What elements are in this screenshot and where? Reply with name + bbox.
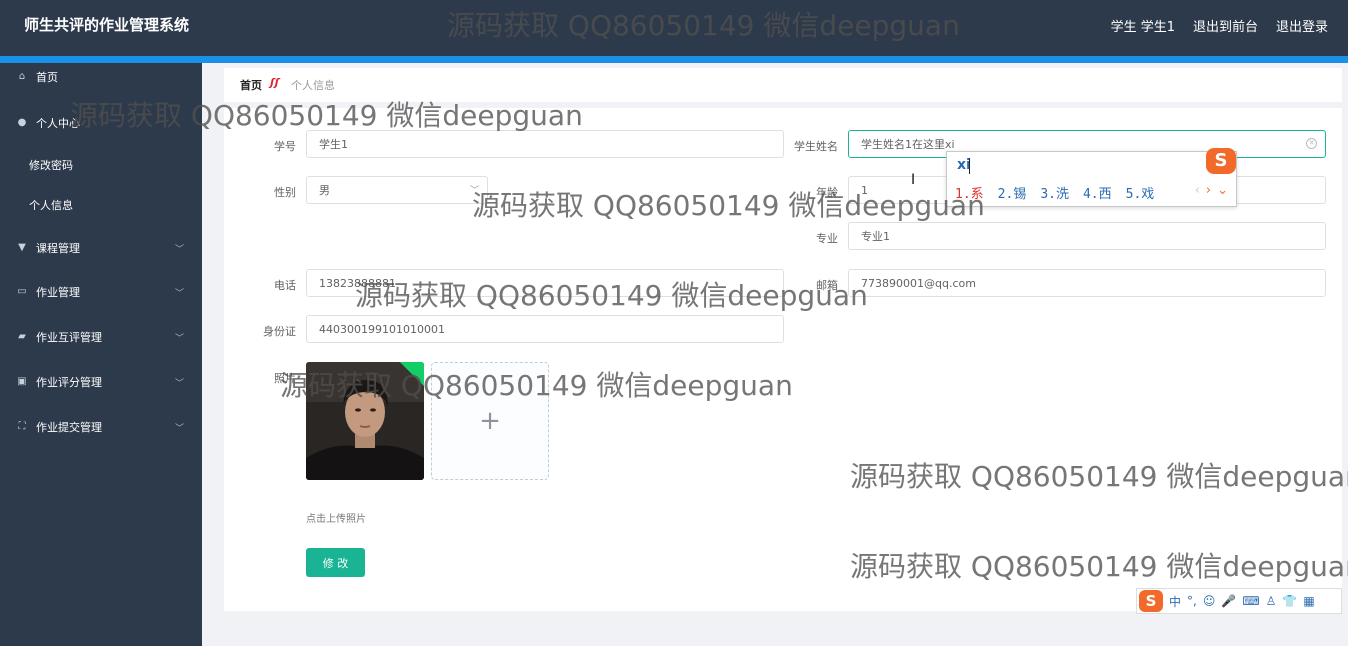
sogou-logo-icon[interactable]: S — [1139, 590, 1163, 612]
ime-caret — [969, 158, 970, 174]
photo-label: 照片 — [274, 372, 296, 385]
gender-value: 男 — [319, 184, 330, 197]
expand-candidates-icon[interactable]: ⌄ — [1217, 183, 1228, 198]
app-title: 师生共评的作业管理系统 — [24, 16, 190, 34]
sidebar-subitem-change-password[interactable]: 修改密码 — [0, 153, 202, 177]
student-no-value: 学生1 — [319, 138, 348, 151]
chat-icon: ▭ — [17, 286, 27, 297]
score-icon: ▣ — [17, 376, 27, 387]
sidebar-subitem-personal-info[interactable]: 个人信息 — [0, 193, 202, 217]
chevron-down-icon: ﹀ — [174, 288, 184, 299]
sidebar-item-label: 个人信息 — [29, 199, 73, 212]
ime-candidate[interactable]: 3.洗 — [1040, 183, 1069, 202]
ime-candidate[interactable]: 1.系 — [955, 183, 984, 202]
sidebar-item-label: 修改密码 — [29, 159, 73, 172]
chevron-down-icon: ﹀ — [174, 378, 184, 389]
chevron-down-icon: ﹀ — [174, 333, 184, 344]
logout-link[interactable]: 退出登录 — [1276, 16, 1328, 35]
chevron-down-icon: ﹀ — [174, 244, 184, 255]
sidebar-item-label: 作业管理 — [36, 286, 80, 299]
id-card-input[interactable]: 440300199101010001 — [306, 315, 784, 343]
back-to-front-link[interactable]: 退出到前台 — [1193, 16, 1258, 35]
course-icon: ▼ — [18, 242, 26, 253]
email-input[interactable]: 773890001@qq.com — [848, 269, 1326, 297]
ime-candidate[interactable]: 5.戏 — [1126, 183, 1155, 202]
sidebar-item-label: 课程管理 — [36, 242, 80, 255]
microphone-icon[interactable]: 🎤 — [1221, 594, 1236, 608]
next-page-icon[interactable]: › — [1206, 183, 1211, 198]
breadcrumb-home[interactable]: 首页 — [240, 77, 262, 93]
email-value: 773890001@qq.com — [861, 276, 976, 290]
sidebar: ⌂ 首页 ● 个人中心 修改密码 个人信息 ▼ 课程管理 ﹀ ▭ 作业管理 ﹀ … — [0, 63, 202, 646]
sidebar-item-home[interactable]: ⌂ 首页 — [0, 63, 202, 91]
breadcrumb-current: 个人信息 — [291, 79, 335, 92]
id-card-label: 身份证 — [263, 325, 296, 338]
student-no-label: 学号 — [274, 140, 296, 153]
plus-icon: + — [479, 406, 501, 436]
text-cursor-icon: I — [911, 172, 916, 188]
id-card-value: 440300199101010001 — [319, 322, 445, 336]
breadcrumb — [224, 68, 1342, 102]
upload-tip: 点击上传照片 — [306, 514, 366, 525]
breadcrumb-separator-icon: ʃʃ — [270, 76, 280, 89]
ime-candidate-popup: xi S 1.系 2.锡 3.洗 4.西 5.戏 ‹ › ⌄ — [946, 148, 1237, 207]
expand-icon: ⛶ — [18, 421, 26, 432]
sidebar-item-peer-review-management[interactable]: ▰ 作业互评管理 ﹀ — [0, 323, 202, 351]
sidebar-item-label: 首页 — [36, 71, 58, 84]
sidebar-item-homework-management[interactable]: ▭ 作业管理 ﹀ — [0, 278, 202, 306]
gender-select[interactable]: 男 ﹀ — [306, 176, 488, 204]
prev-page-icon[interactable]: ‹ — [1195, 183, 1200, 198]
ime-candidate[interactable]: 2.锡 — [998, 183, 1027, 202]
email-label: 邮箱 — [816, 279, 838, 292]
keyboard-icon[interactable]: ⌨ — [1242, 594, 1259, 608]
user-account-icon[interactable]: ♙ — [1266, 594, 1277, 608]
phone-value: 13823888881 — [319, 276, 396, 290]
phone-label: 电话 — [274, 279, 296, 292]
emoji-icon[interactable]: ☺ — [1203, 594, 1216, 608]
student-no-input[interactable]: 学生1 — [306, 130, 784, 158]
punctuation-toggle[interactable]: °, — [1187, 594, 1197, 608]
major-value: 专业1 — [861, 230, 890, 243]
sidebar-item-label: 作业互评管理 — [36, 331, 102, 344]
review-icon: ▰ — [18, 331, 26, 342]
sidebar-item-course-management[interactable]: ▼ 课程管理 ﹀ — [0, 234, 202, 262]
submit-button[interactable]: 修 改 — [306, 548, 365, 577]
chevron-down-icon: ﹀ — [469, 186, 479, 196]
header-accent-stripe — [0, 56, 1348, 63]
ime-candidates: 1.系 2.锡 3.洗 4.西 5.戏 — [955, 183, 1154, 202]
profile-photo — [306, 362, 424, 480]
toolbox-icon[interactable]: ▦ — [1303, 594, 1314, 608]
home-icon: ⌂ — [18, 71, 26, 82]
current-user[interactable]: 学生 学生1 — [1111, 16, 1175, 35]
sidebar-item-label: 作业评分管理 — [36, 376, 102, 389]
skin-icon[interactable]: 👕 — [1282, 594, 1297, 608]
sidebar-item-personal-center[interactable]: ● 个人中心 — [0, 109, 202, 137]
sidebar-item-submission-management[interactable]: ⛶ 作业提交管理 ﹀ — [0, 413, 202, 441]
student-name-value: 学生姓名1在这里xi — [861, 138, 955, 151]
age-value: 1 — [861, 183, 868, 197]
chevron-down-icon: ﹀ — [174, 423, 184, 434]
top-bar: 师生共评的作业管理系统 学生 学生1 退出到前台 退出登录 — [0, 0, 1348, 56]
upload-photo-button[interactable]: + — [431, 362, 549, 480]
sidebar-item-label: 个人中心 — [36, 117, 80, 130]
photo-thumbnail[interactable] — [306, 362, 424, 480]
sogou-logo-icon: S — [1206, 148, 1236, 174]
major-input[interactable]: 专业1 — [848, 222, 1326, 250]
ime-candidate[interactable]: 4.西 — [1083, 183, 1112, 202]
sidebar-item-label: 作业提交管理 — [36, 421, 102, 434]
ime-toolbar: S 中 °, ☺ 🎤 ⌨ ♙ 👕 ▦ — [1136, 588, 1342, 614]
ime-nav: ‹ › ⌄ — [1195, 183, 1228, 198]
phone-input[interactable]: 13823888881 — [306, 269, 784, 297]
sidebar-item-grading-management[interactable]: ▣ 作业评分管理 ﹀ — [0, 368, 202, 396]
lang-toggle[interactable]: 中 — [1169, 593, 1181, 610]
clear-icon[interactable]: ✕ — [1306, 138, 1317, 149]
age-label: 年龄 — [816, 186, 838, 199]
major-label: 专业 — [816, 232, 838, 245]
top-right-links: 学生 学生1 退出到前台 退出登录 — [1111, 16, 1328, 35]
gender-label: 性别 — [274, 186, 296, 199]
student-name-label: 学生姓名 — [794, 140, 838, 153]
user-icon: ● — [17, 117, 27, 128]
